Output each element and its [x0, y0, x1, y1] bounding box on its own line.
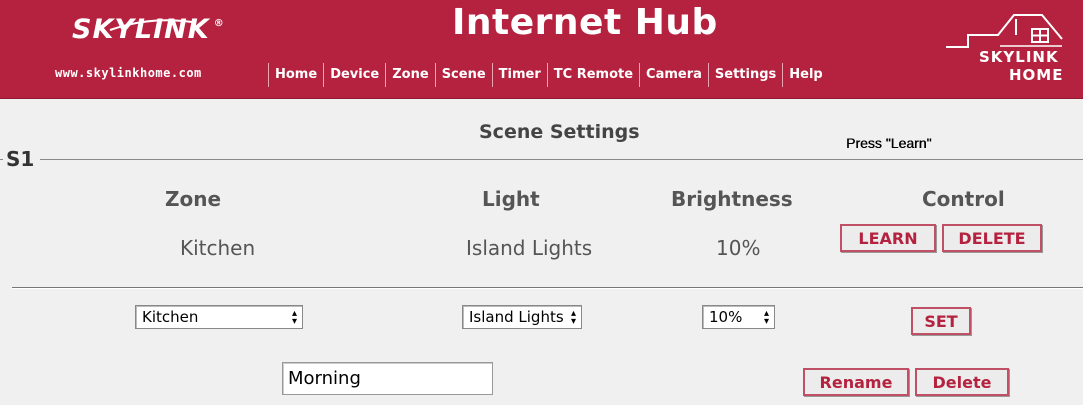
- nav-device[interactable]: Device: [323, 63, 385, 87]
- app-title: Internet Hub: [452, 2, 718, 43]
- light-select-value: Island Lights: [469, 308, 564, 326]
- delete-scene-button[interactable]: Delete: [915, 368, 1009, 396]
- logo-swoosh-icon: [109, 19, 193, 31]
- home-logo-text-skylink: SKYLINK: [979, 48, 1059, 66]
- page-title: Scene Settings: [479, 121, 640, 143]
- zone-select[interactable]: Kitchen ▴ ▾: [135, 305, 303, 329]
- learn-button[interactable]: LEARN: [840, 224, 936, 252]
- dropdown-arrow-icon: ▴ ▾: [570, 308, 576, 327]
- nav-help[interactable]: Help: [782, 63, 828, 87]
- scene-name-input[interactable]: [282, 362, 493, 395]
- nav-home[interactable]: Home: [268, 63, 323, 87]
- column-header-light: Light: [482, 187, 540, 211]
- nav-zone[interactable]: Zone: [385, 63, 434, 87]
- dropdown-arrow-icon: ▴ ▾: [763, 308, 769, 327]
- nav-settings[interactable]: Settings: [707, 63, 782, 87]
- column-header-zone: Zone: [165, 187, 222, 211]
- dropdown-arrow-icon: ▴ ▾: [291, 308, 297, 327]
- cell-light: Island Lights: [466, 236, 593, 260]
- cell-brightness: 10%: [716, 236, 761, 260]
- column-header-control: Control: [922, 187, 1005, 211]
- light-select[interactable]: Island Lights ▴ ▾: [462, 305, 582, 329]
- set-button[interactable]: SET: [911, 307, 971, 335]
- scene-legend: S1: [3, 147, 41, 171]
- status-message: Press "Learn": [846, 135, 932, 151]
- home-logo-text-home: HOME: [1009, 66, 1064, 84]
- nav-timer[interactable]: Timer: [491, 63, 547, 87]
- zone-select-value: Kitchen: [142, 308, 199, 326]
- fieldset-border: [0, 159, 1083, 160]
- column-header-brightness: Brightness: [671, 187, 793, 211]
- main-nav: Home Device Zone Scene Timer TC Remote C…: [268, 63, 829, 87]
- brightness-select-value: 10%: [709, 308, 743, 326]
- brightness-select[interactable]: 10% ▴ ▾: [702, 305, 775, 329]
- header-bar: SKYLINK ® www.skylinkhome.com Internet Hu…: [0, 0, 1083, 99]
- delete-entry-button[interactable]: DELETE: [942, 224, 1042, 252]
- nav-tc-remote[interactable]: TC Remote: [546, 63, 639, 87]
- nav-camera[interactable]: Camera: [639, 63, 708, 87]
- website-url: www.skylinkhome.com: [55, 66, 202, 80]
- cell-zone: Kitchen: [180, 236, 256, 260]
- rename-button[interactable]: Rename: [803, 368, 909, 396]
- section-divider: [12, 287, 1083, 289]
- nav-scene[interactable]: Scene: [434, 63, 492, 87]
